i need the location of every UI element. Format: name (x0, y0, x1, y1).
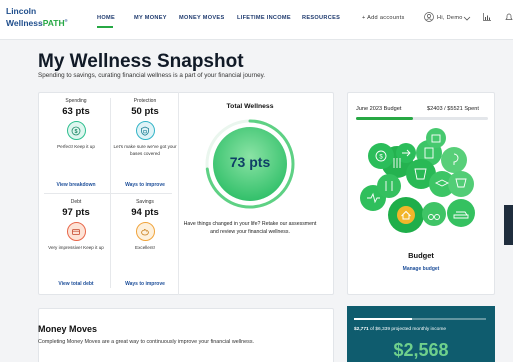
top-nav: Lincoln WellnessPATH® HOME MY MONEY MONE… (0, 0, 513, 40)
money-moves-card (38, 308, 334, 362)
spending-points: 63 pts (62, 106, 90, 117)
chevron-down-icon[interactable] (462, 13, 472, 23)
budget-title: Budget (408, 251, 434, 260)
debt-tile: Debt 97 pts Very impressive! Keep it up … (40, 199, 112, 291)
budget-bubbles[interactable]: $ (350, 126, 494, 248)
total-wellness-message: Have things changed in your life? Retake… (183, 221, 317, 235)
logo-line1: Lincoln (6, 6, 37, 16)
nav-money-moves[interactable]: MONEY MOVES (179, 15, 224, 21)
income-progress-bar (354, 318, 486, 320)
savings-message: Excellent! (135, 245, 155, 250)
view-breakdown-link[interactable]: View breakdown (40, 182, 112, 188)
savings-tile: Savings 94 pts Excellent! Ways to improv… (109, 199, 181, 291)
money-moves-text: Completing Money Moves are a great way t… (38, 339, 255, 345)
spending-label: Spending (65, 98, 87, 104)
logo[interactable]: Lincoln WellnessPATH® (6, 7, 68, 28)
budget-progress-fill (356, 117, 414, 120)
nav-lifetime-income[interactable]: LIFETIME INCOME (237, 15, 291, 21)
budget-bubble-personal (377, 174, 401, 198)
nav-home[interactable]: HOME (97, 15, 115, 21)
manage-budget-link[interactable]: Manage budget (356, 266, 486, 272)
page-subtitle: Spending to savings, curating financial … (38, 72, 266, 79)
budget-bubble-shopping (448, 171, 474, 197)
spending-tile: Spending 63 pts $ Perfect! Keep it up Vi… (40, 98, 112, 190)
budget-month-label: June 2023 Budget (356, 106, 402, 112)
income-amount: $2,568 (393, 340, 449, 360)
budget-bubble-transport (422, 202, 446, 226)
protection-tile: Protection 50 pts Let's make sure we've … (109, 98, 181, 190)
savings-points: 94 pts (131, 207, 159, 218)
debt-message: Very impressive! Keep it up (48, 245, 104, 250)
spending-message: Perfect! Keep it up (57, 144, 95, 149)
nav-resources[interactable]: RESOURCES (302, 15, 340, 21)
budget-spent-label: $2403 / $5521 Spent (427, 106, 479, 112)
bell-icon[interactable] (504, 12, 513, 22)
user-menu[interactable]: Hi, Demo (437, 15, 463, 21)
total-wellness-title: Total Wellness (226, 103, 274, 110)
budget-progress-bar (356, 117, 488, 120)
page-title: My Wellness Snapshot (38, 51, 244, 72)
debt-points: 97 pts (62, 207, 90, 218)
budget-bubble-utilities (441, 147, 467, 173)
protection-points: 50 pts (131, 106, 159, 117)
savings-ways-to-improve-link[interactable]: Ways to improve (109, 281, 181, 287)
svg-text:$: $ (74, 129, 77, 135)
protection-label: Protection (133, 98, 157, 104)
nav-active-indicator (97, 26, 113, 28)
savings-label: Savings (136, 199, 154, 205)
chart-icon[interactable] (482, 12, 492, 22)
add-accounts-link[interactable]: + Add accounts (362, 15, 405, 21)
logo-line2: WellnessPATH® (6, 17, 68, 28)
user-icon[interactable] (424, 12, 434, 22)
home-icon (397, 206, 415, 224)
income-caption: $2,771 of $6,339 projected monthly incom… (354, 327, 447, 332)
protection-ways-to-improve-link[interactable]: Ways to improve (109, 182, 181, 188)
protection-message: Let's make sure we've got your bases cov… (113, 144, 177, 156)
dollar-icon: $ (66, 121, 86, 140)
piggy-bank-icon (135, 222, 155, 241)
nav-my-money[interactable]: MY MONEY (134, 15, 167, 21)
view-total-debt-link[interactable]: View total debt (40, 281, 112, 287)
projected-income-card: $2,771 of $6,339 projected monthly incom… (347, 306, 495, 362)
money-moves-title: Money Moves (38, 324, 98, 334)
budget-bubble-auto (447, 199, 475, 227)
income-progress-fill (354, 318, 412, 320)
credit-card-icon (66, 222, 86, 241)
debt-label: Debt (70, 199, 82, 205)
total-wellness-points: 73 pts (229, 154, 271, 170)
shield-icon (135, 121, 155, 140)
tile-divider-horizontal (44, 193, 172, 194)
feedback-tab[interactable] (504, 205, 513, 245)
budget-bubble-gift (426, 128, 446, 148)
